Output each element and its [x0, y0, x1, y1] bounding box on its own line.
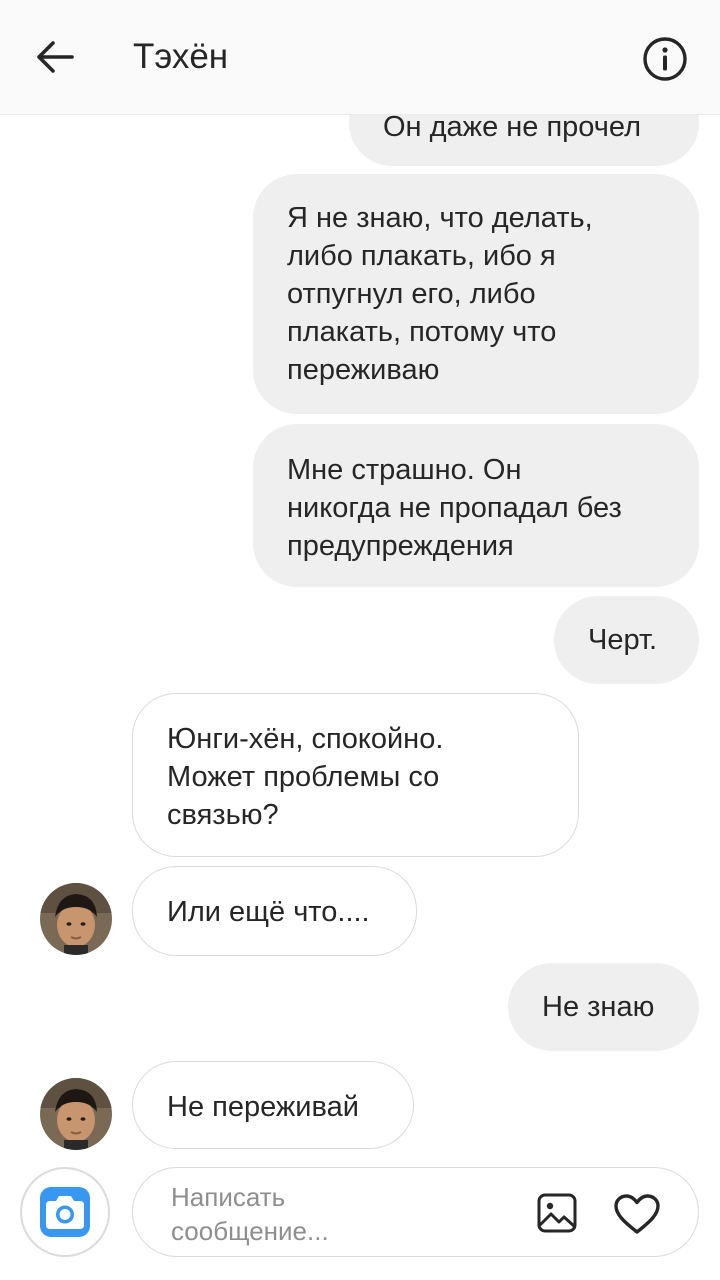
chat-header: Тэхён [0, 0, 720, 115]
message-text: Юнги-хён, спокойно. Может проблемы со св… [167, 723, 444, 831]
message-bubble-outgoing[interactable]: Мне страшно. Он никогда не пропадал без … [253, 424, 699, 587]
heart-icon [614, 1194, 660, 1234]
message-bubble-outgoing[interactable]: Не знаю [508, 963, 699, 1051]
message-text: Не переживай [167, 1091, 359, 1123]
arrow-left-icon [37, 41, 74, 73]
camera-icon [40, 1187, 90, 1237]
camera-button-fill [40, 1187, 90, 1237]
image-icon [537, 1193, 577, 1233]
gallery-button[interactable] [535, 1192, 579, 1234]
info-button[interactable] [640, 34, 690, 84]
message-text: Не знаю [542, 991, 655, 1023]
message-text: Мне страшно. Он никогда не пропадал без … [287, 454, 622, 562]
avatar[interactable] [40, 1078, 112, 1150]
message-text: Черт. [588, 624, 658, 656]
message-input[interactable]: Написать сообщение... [132, 1167, 699, 1257]
message-text: Или ещё что.... [167, 896, 370, 928]
like-button[interactable] [611, 1192, 663, 1236]
camera-button[interactable] [20, 1167, 110, 1257]
back-button[interactable] [30, 34, 80, 80]
message-bubble-outgoing[interactable]: Черт. [554, 596, 699, 684]
chat-thread: Он даже не прочел Я не знаю, что делать,… [0, 0, 720, 1280]
message-bubble-outgoing[interactable]: Я не знаю, что делать, либо плакать, ибо… [253, 174, 699, 414]
avatar-photo-icon [40, 883, 112, 955]
message-bubble-incoming[interactable]: Юнги-хён, спокойно. Может проблемы со св… [132, 693, 579, 857]
avatar[interactable] [40, 883, 112, 955]
info-icon [643, 37, 687, 81]
message-text: Я не знаю, что делать, либо плакать, ибо… [287, 202, 593, 386]
message-bubble-incoming[interactable]: Не переживай [132, 1061, 414, 1149]
contact-name[interactable]: Тэхён [133, 36, 228, 78]
avatar-photo-icon [40, 1078, 112, 1150]
message-input-placeholder: Написать сообщение... [171, 1182, 329, 1246]
message-bubble-incoming[interactable]: Или ещё что.... [132, 866, 417, 956]
